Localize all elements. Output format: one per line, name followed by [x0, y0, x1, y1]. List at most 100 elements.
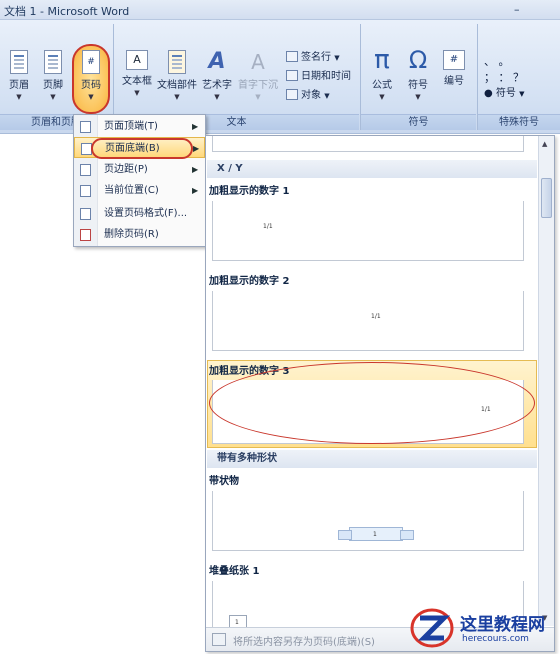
pi-icon: π [374, 45, 390, 75]
signature-line-button[interactable]: 签名行 ▼ [286, 48, 340, 63]
minimize-button[interactable]: – [514, 3, 524, 16]
submenu-arrow-icon: ▶ [192, 186, 199, 195]
numbering-button[interactable]: # 编号 [438, 50, 470, 87]
page-number-icon: # [82, 50, 100, 74]
header-button[interactable]: 页眉 ▼ [4, 50, 34, 101]
gallery-category-xy: X / Y [207, 160, 537, 178]
footer-button[interactable]: 页脚 ▼ [38, 50, 68, 101]
current-position-icon [80, 185, 91, 197]
page-number-gallery: X / Y 加粗显示的数字 1 1/1 加粗显示的数字 2 1/1 加粗显示的数… [205, 135, 555, 652]
gallery-scrollbar[interactable]: ▲ ▼ [538, 136, 554, 626]
menu-item-bottom-of-page[interactable]: 页面底端(B) ▶ [74, 137, 205, 159]
textbox-button[interactable]: A 文本框 ▼ [120, 50, 154, 97]
textbox-icon: A [126, 50, 148, 70]
menu-item-current-position[interactable]: 当前位置(C) ▶ [74, 180, 205, 201]
equation-button[interactable]: π 公式 ▼ [366, 46, 398, 101]
gallery-item-bold-number-1[interactable]: 1/1 [212, 201, 524, 261]
page-margin-icon [80, 164, 91, 176]
page-number-preview: 1 [235, 619, 239, 626]
scrollbar-thumb[interactable] [541, 178, 552, 218]
menu-item-format-page-numbers[interactable]: 设置页码格式(F)... [74, 203, 205, 224]
page-number-button-label: 页码 [81, 80, 101, 91]
watermark-title: 这里教程网 [460, 615, 545, 635]
delete-icon [80, 229, 91, 241]
gallery-item-label: 带状物 [209, 476, 239, 487]
page-number-preview: 1/1 [371, 313, 381, 320]
date-time-button[interactable]: 日期和时间 [286, 67, 351, 82]
menu-item-label: 设置页码格式(F)... [104, 208, 188, 219]
gallery-item-label: 加粗显示的数字 1 [209, 186, 290, 197]
special-symbols-row-2[interactable]: ； ： ？ [484, 70, 544, 86]
quick-parts-icon [168, 50, 186, 74]
chevron-down-icon: ▼ [214, 93, 220, 101]
chevron-down-icon: ▼ [174, 93, 180, 101]
submenu-arrow-icon: ▶ [193, 144, 200, 153]
signature-icon [286, 51, 298, 62]
gallery-category-shapes: 带有多种形状 [207, 450, 537, 468]
date-time-label: 日期和时间 [301, 71, 351, 82]
special-symbols-more[interactable]: ● 符号 ▼ [484, 86, 544, 102]
format-icon [80, 208, 91, 220]
signature-line-label: 签名行 [301, 52, 331, 63]
window-title: 文档 1 - Microsoft Word [4, 5, 130, 18]
menu-item-label: 页边距(P) [104, 164, 148, 175]
chevron-down-icon: ▼ [134, 89, 140, 97]
title-bar: 文档 1 - Microsoft Word – [0, 0, 560, 20]
equation-label: 公式 [372, 80, 392, 91]
menu-item-label: 删除页码(R) [104, 229, 159, 240]
calendar-icon [286, 70, 298, 81]
object-label: 对象 [301, 90, 321, 101]
footer-icon [44, 50, 62, 74]
group-label-symbols: 符号 [361, 114, 476, 130]
page-number-menu: 页面顶端(T) ▶ 页面底端(B) ▶ 页边距(P) ▶ 当前位置(C) ▶ 设… [73, 114, 206, 247]
symbol-label: 符号 [408, 80, 428, 91]
menu-item-top-of-page[interactable]: 页面顶端(T) ▶ [74, 116, 205, 137]
menu-item-label: 当前位置(C) [104, 185, 159, 196]
wordart-button[interactable]: A 艺术字 ▼ [200, 49, 234, 102]
wordart-label: 艺术字 [202, 80, 232, 91]
submenu-arrow-icon: ▶ [192, 165, 199, 174]
menu-item-remove-page-numbers[interactable]: 删除页码(R) [74, 224, 205, 245]
site-watermark: 这里教程网 herecours.com [398, 604, 558, 652]
gallery-thumbnail-partial[interactable] [212, 136, 524, 152]
dropcap-icon: A [251, 50, 265, 74]
chevron-down-icon: ▼ [324, 92, 330, 100]
chevron-down-icon: ▼ [415, 93, 421, 101]
footer-button-label: 页脚 [43, 80, 63, 91]
chevron-down-icon: ▼ [255, 93, 261, 101]
omega-icon: Ω [408, 46, 428, 74]
page-number-button-content[interactable]: # 页码 ▼ [74, 50, 108, 101]
scroll-up-icon[interactable]: ▲ [542, 140, 547, 148]
gallery-item-bold-number-2[interactable]: 1/1 [212, 291, 524, 351]
special-symbols-row-1[interactable]: 、 。 [484, 54, 544, 70]
quick-parts-button[interactable]: 文档部件 ▼ [156, 50, 198, 101]
group-label-special-symbols: 特殊符号 [478, 114, 560, 130]
site-logo-icon [410, 608, 454, 648]
submenu-arrow-icon: ▶ [192, 122, 199, 131]
chevron-down-icon: ▼ [50, 93, 56, 101]
gallery-item-label: 堆叠纸张 1 [209, 566, 260, 577]
symbol-button[interactable]: Ω 符号 ▼ [402, 46, 434, 101]
chevron-down-icon: ▼ [88, 93, 94, 101]
menu-item-label: 页面顶端(T) [104, 121, 158, 132]
highlight-annotation [209, 362, 535, 444]
dropcap-label: 首字下沉 [238, 80, 278, 91]
chevron-down-icon: ▼ [16, 93, 22, 101]
object-icon [286, 89, 298, 100]
wordart-icon: A [208, 49, 226, 74]
chevron-down-icon: ▼ [519, 90, 525, 98]
dropcap-button[interactable]: A 首字下沉 ▼ [236, 50, 280, 101]
header-button-label: 页眉 [9, 80, 29, 91]
hash-icon: # [443, 50, 465, 70]
bullet-icon: ● [484, 88, 493, 99]
special-symbols-grid[interactable]: 、 。 ； ： ？ ● 符号 ▼ [484, 54, 544, 102]
highlight-annotation [91, 138, 193, 159]
gallery-item-ribbon[interactable]: 1 [212, 491, 524, 551]
object-button[interactable]: 对象 ▼ [286, 86, 330, 101]
numbering-label: 编号 [444, 76, 464, 87]
header-icon [10, 50, 28, 74]
chevron-down-icon: ▼ [379, 93, 385, 101]
menu-item-page-margins[interactable]: 页边距(P) ▶ [74, 159, 205, 180]
quick-parts-label: 文档部件 [157, 80, 197, 91]
page-number-preview: 1 [373, 531, 377, 538]
